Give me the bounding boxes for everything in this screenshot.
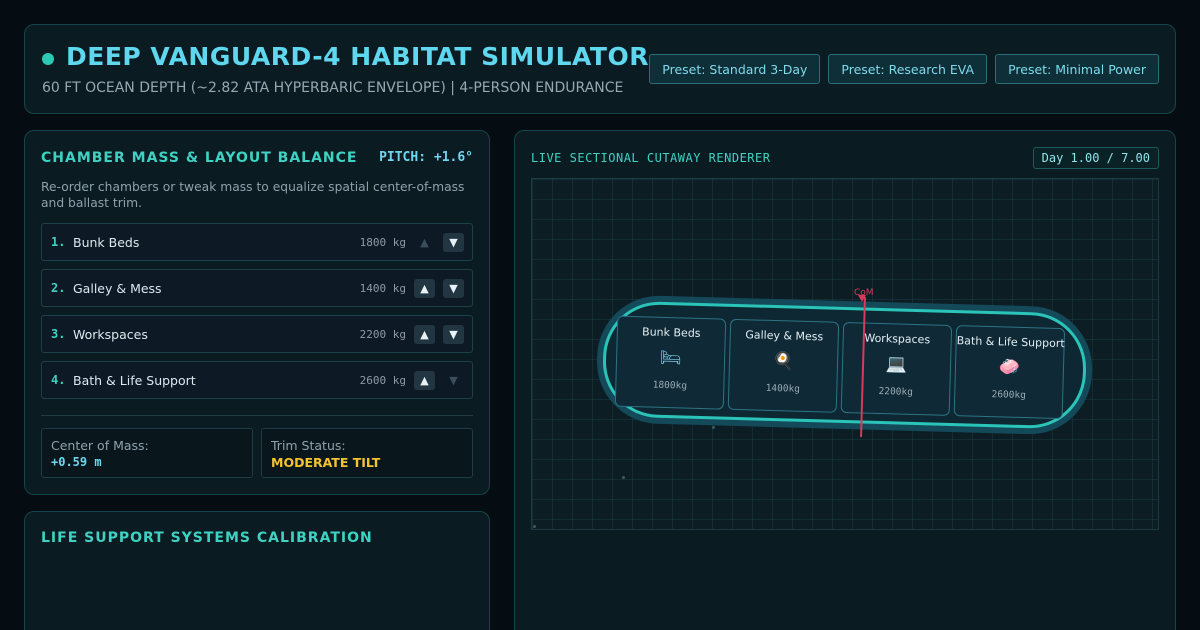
chamber-name: Bath & Life Support bbox=[73, 373, 196, 388]
chamber-row-workspaces: 3. Workspaces 2200 kg ▲ ▼ bbox=[41, 315, 473, 353]
chamber-name: Workspaces bbox=[73, 327, 148, 342]
move-down-button: ▼ bbox=[449, 374, 458, 387]
bed-icon: 🛏 bbox=[659, 347, 682, 369]
life-support-panel: LIFE SUPPORT SYSTEMS CALIBRATION bbox=[24, 511, 490, 630]
cell-name: Galley & Mess bbox=[745, 328, 824, 344]
preset-standard-3-day-button[interactable]: Preset: Standard 3-Day bbox=[649, 54, 821, 84]
cell-name: Workspaces bbox=[864, 331, 931, 347]
day-counter-badge: Day 1.00 / 7.00 bbox=[1032, 147, 1159, 169]
status-indicator-dot bbox=[42, 53, 54, 65]
chamber-mass: 1400 kg bbox=[359, 282, 406, 295]
particle bbox=[622, 476, 625, 479]
move-down-button[interactable]: ▼ bbox=[443, 279, 464, 298]
preset-research-eva-button[interactable]: Preset: Research EVA bbox=[828, 54, 988, 84]
trim-status-value: MODERATE TILT bbox=[271, 455, 381, 470]
chamber-mass: 1800 kg bbox=[359, 236, 406, 249]
cell-name: Bath & Life Support bbox=[956, 334, 1065, 351]
chamber-mass: 2600 kg bbox=[359, 374, 406, 387]
chamber-order-number: 1. bbox=[51, 235, 66, 249]
cutaway-cell-bunk-beds: Bunk Beds 🛏 1800kg bbox=[614, 315, 727, 410]
renderer-title: LIVE SECTIONAL CUTAWAY RENDERER bbox=[531, 151, 771, 165]
preset-toolbar: Preset: Standard 3-Day Preset: Research … bbox=[649, 54, 1159, 84]
app-subtitle: 60 FT OCEAN DEPTH (~2.82 ATA HYPERBARIC … bbox=[42, 80, 624, 96]
center-of-mass-card: Center of Mass: +0.59 m bbox=[41, 428, 253, 478]
chamber-panel-title: CHAMBER MASS & LAYOUT BALANCE bbox=[41, 150, 358, 166]
chamber-row-galley-mess: 2. Galley & Mess 1400 kg ▲ ▼ bbox=[41, 269, 473, 307]
particle bbox=[533, 525, 536, 528]
cell-mass: 1800kg bbox=[652, 379, 688, 392]
app-title: DEEP VANGUARD-4 HABITAT SIMULATOR bbox=[66, 42, 649, 71]
cutaway-cell-bath-life-support: Bath & Life Support 🧼 2600kg bbox=[953, 325, 1066, 420]
laptop-icon: 💻 bbox=[885, 354, 908, 375]
header-panel: DEEP VANGUARD-4 HABITAT SIMULATOR 60 FT … bbox=[24, 24, 1176, 114]
trim-status-label: Trim Status: bbox=[271, 438, 346, 453]
chamber-order-number: 2. bbox=[51, 281, 66, 295]
chamber-order-number: 4. bbox=[51, 373, 66, 387]
chamber-panel-description: Re-order chambers or tweak mass to equal… bbox=[41, 180, 465, 210]
cutaway-cell-galley-mess: Galley & Mess 🍳 1400kg bbox=[727, 318, 840, 413]
cutaway-cell-workspaces: Workspaces 💻 2200kg bbox=[840, 321, 953, 416]
center-of-mass-label: Center of Mass: bbox=[51, 438, 149, 453]
pitch-readout: PITCH: +1.6° bbox=[379, 150, 473, 165]
center-of-mass-value: +0.59 m bbox=[51, 455, 102, 469]
chamber-list: 1. Bunk Beds 1800 kg ▲ ▼ 2. Galley & Mes… bbox=[41, 223, 473, 407]
cell-mass: 1400kg bbox=[765, 382, 801, 395]
chamber-row-bath-life-support: 4. Bath & Life Support 2600 kg ▲ ▼ bbox=[41, 361, 473, 399]
life-support-title: LIFE SUPPORT SYSTEMS CALIBRATION bbox=[41, 530, 373, 546]
chamber-order-number: 3. bbox=[51, 327, 66, 341]
cutaway-renderer-panel: LIVE SECTIONAL CUTAWAY RENDERER Day 1.00… bbox=[514, 130, 1176, 630]
move-up-button[interactable]: ▲ bbox=[414, 325, 435, 344]
cell-name: Bunk Beds bbox=[641, 325, 701, 340]
cutaway-canvas[interactable]: Bunk Beds 🛏 1800kg Galley & Mess 🍳 1400k… bbox=[531, 178, 1159, 530]
move-up-button[interactable]: ▲ bbox=[414, 279, 435, 298]
center-of-mass-label: CoM bbox=[854, 288, 874, 298]
move-up-button[interactable]: ▲ bbox=[414, 371, 435, 390]
trim-status-card: Trim Status: MODERATE TILT bbox=[261, 428, 473, 478]
hull-inner-shell: Bunk Beds 🛏 1800kg Galley & Mess 🍳 1400k… bbox=[601, 300, 1088, 430]
divider bbox=[41, 415, 473, 416]
particle bbox=[712, 426, 715, 429]
move-down-button[interactable]: ▼ bbox=[443, 325, 464, 344]
move-up-button: ▲ bbox=[420, 236, 429, 249]
chamber-balance-panel: CHAMBER MASS & LAYOUT BALANCE PITCH: +1.… bbox=[24, 130, 490, 495]
chamber-mass: 2200 kg bbox=[359, 328, 406, 341]
move-down-button[interactable]: ▼ bbox=[443, 233, 464, 252]
chamber-row-bunk-beds: 1. Bunk Beds 1800 kg ▲ ▼ bbox=[41, 223, 473, 261]
preset-minimal-power-button[interactable]: Preset: Minimal Power bbox=[995, 54, 1159, 84]
chamber-name: Galley & Mess bbox=[73, 281, 162, 296]
soap-icon: 🧼 bbox=[998, 357, 1021, 378]
chamber-name: Bunk Beds bbox=[73, 235, 140, 250]
frying-pan-icon: 🍳 bbox=[772, 351, 795, 372]
cell-mass: 2200kg bbox=[878, 385, 914, 398]
cell-mass: 2600kg bbox=[991, 389, 1027, 402]
habitat-hull: Bunk Beds 🛏 1800kg Galley & Mess 🍳 1400k… bbox=[595, 294, 1094, 436]
